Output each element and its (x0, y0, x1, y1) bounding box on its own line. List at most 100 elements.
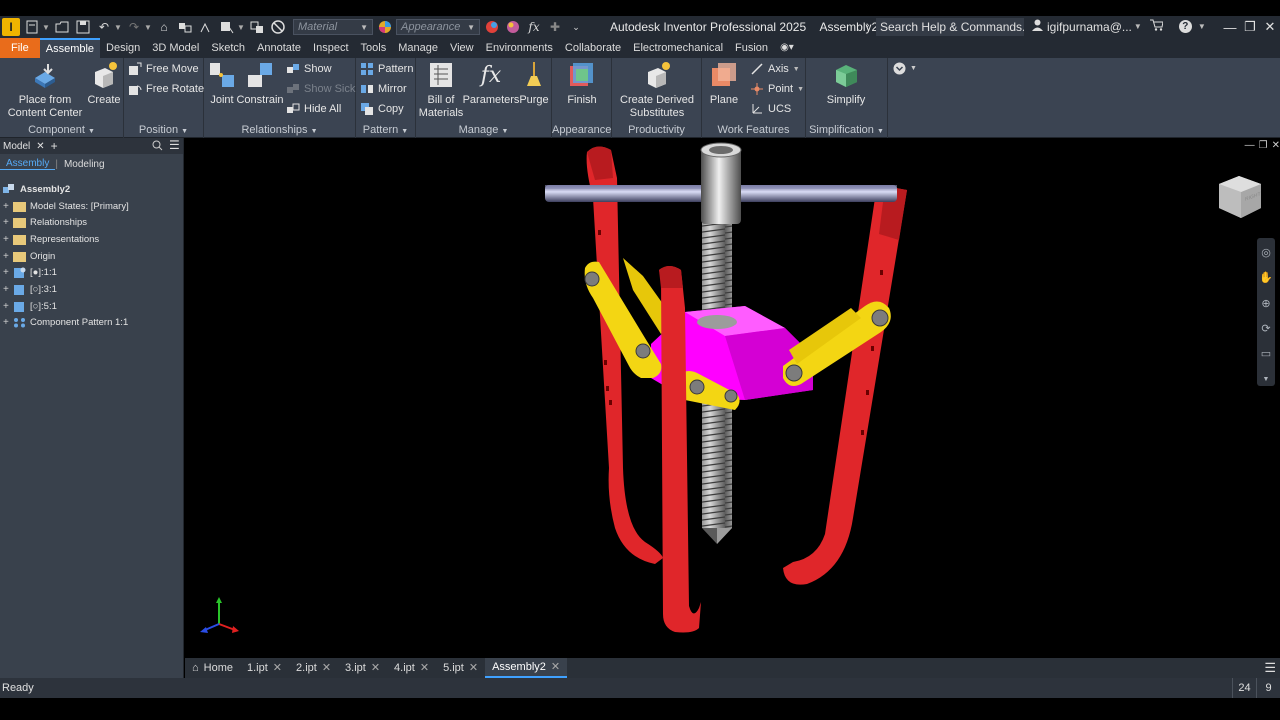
expand-icon[interactable]: + (3, 317, 13, 328)
doc-tab-2[interactable]: 2.ipt ✕ (289, 658, 338, 678)
tree-item-origin[interactable]: + Origin (0, 248, 184, 265)
tab-electromechanical[interactable]: Electromechanical (627, 38, 729, 58)
tab-manage[interactable]: Manage (392, 38, 444, 58)
home-icon[interactable]: ⌂ (155, 18, 173, 36)
copy-button[interactable]: Copy (360, 100, 404, 118)
restore-icon[interactable]: ❐ (1240, 16, 1260, 38)
clear-appearance-icon[interactable] (504, 18, 522, 36)
ucs-button[interactable]: UCS (750, 100, 791, 118)
adjust-appearance-icon[interactable] (483, 18, 501, 36)
appearance-dropdown[interactable]: Appearance ▼ (396, 19, 480, 35)
appearance-ball-icon[interactable] (376, 18, 394, 36)
tab-sketch[interactable]: Sketch (205, 38, 251, 58)
close-icon[interactable]: ✕ (1260, 16, 1280, 38)
doc-tab-4[interactable]: 4.ipt ✕ (387, 658, 436, 678)
close-tab-icon[interactable]: ✕ (322, 658, 331, 678)
doc-tab-3[interactable]: 3.ipt ✕ (338, 658, 387, 678)
look-at-icon[interactable]: ▭ (1259, 347, 1273, 360)
position-panel-label[interactable]: Position ▼ (124, 124, 203, 136)
free-move-button[interactable]: Free Move (128, 60, 199, 78)
browser-tab-assembly[interactable]: Assembly (0, 158, 56, 170)
tab-design[interactable]: Design (100, 38, 146, 58)
create-component-button[interactable]: Create (86, 60, 122, 107)
tab-assemble[interactable]: Assemble (39, 38, 101, 58)
create-derived-substitutes-button[interactable]: Create Derived Substitutes (618, 60, 696, 120)
tab-inspect[interactable]: Inspect (307, 38, 354, 58)
show-sick-button[interactable]: Show Sick (286, 80, 355, 98)
tab-file[interactable]: File (0, 38, 40, 58)
pan-icon[interactable]: ✋ (1259, 271, 1273, 284)
gear-puller-model[interactable] (185, 138, 1280, 658)
expand-icon[interactable]: + (3, 267, 13, 278)
bill-of-materials-button[interactable]: Bill of Materials (418, 60, 464, 120)
cap-nut[interactable] (700, 142, 742, 224)
tab-annotate[interactable]: Annotate (251, 38, 307, 58)
close-tab-icon[interactable]: ✕ (551, 657, 560, 677)
new-icon[interactable] (23, 18, 41, 36)
viewcube[interactable]: RIGHT (1215, 172, 1265, 225)
point-button[interactable]: Point ▼ (750, 80, 804, 98)
tree-item-relationships[interactable]: + Relationships (0, 214, 184, 231)
tab-environments[interactable]: Environments (480, 38, 559, 58)
plane-button[interactable]: Plane (706, 60, 742, 107)
redo-caret-icon[interactable]: ▼ (144, 23, 152, 32)
cart-icon[interactable] (1149, 19, 1164, 34)
tab-fusion[interactable]: Fusion (729, 38, 774, 58)
component-panel-label[interactable]: Component ▼ (0, 124, 123, 136)
plus-icon[interactable]: ✚ (546, 18, 564, 36)
user-account[interactable]: igifpurnama@... ▼ ? ▼ (1032, 19, 1206, 34)
tab-view[interactable]: View (444, 38, 480, 58)
browser-search-icon[interactable] (152, 140, 163, 154)
expand-icon[interactable]: + (3, 284, 13, 295)
expand-icon[interactable]: + (3, 234, 13, 245)
mirror-button[interactable]: Mirror (360, 80, 407, 98)
expand-icon[interactable]: + (3, 217, 13, 228)
redo-icon[interactable]: ↷ (125, 18, 143, 36)
material-dropdown[interactable]: Material ▼ (293, 19, 373, 35)
navbar-options-icon[interactable]: ▼ (1259, 373, 1273, 386)
finish-button[interactable]: Finish (564, 60, 600, 107)
doc-tab-home[interactable]: ⌂ Home (185, 658, 240, 678)
browser-add-icon[interactable]: + (51, 139, 58, 153)
inventor-logo-icon[interactable]: I (2, 18, 20, 36)
orbit-icon[interactable]: ⟳ (1259, 322, 1273, 335)
expand-icon[interactable]: + (3, 251, 13, 262)
zoom-icon[interactable]: ⊕ (1259, 297, 1273, 310)
open-icon[interactable] (53, 18, 71, 36)
graphics-viewport[interactable]: — ❐ ✕ RIGHT ◎ ✋ ⊕ ⟳ ▭ ▼ (185, 138, 1280, 658)
simplification-panel-label[interactable]: Simplification ▼ (806, 124, 887, 136)
doc-tab-1[interactable]: 1.ipt ✕ (240, 658, 289, 678)
select-icon[interactable] (218, 18, 236, 36)
tree-item-representations[interactable]: + Representations (0, 231, 184, 248)
document-tabs-menu-icon[interactable]: ☰ (1264, 660, 1276, 676)
doc-tab-assembly2[interactable]: Assembly2 ✕ (485, 657, 568, 678)
hide-all-button[interactable]: Hide All (286, 100, 341, 118)
manage-panel-label[interactable]: Manage ▼ (416, 124, 551, 136)
formula-icon[interactable]: fx (525, 18, 543, 36)
tree-root[interactable]: Assembly2 (0, 181, 184, 198)
minimize-icon[interactable]: — (1220, 16, 1240, 38)
joint-button[interactable]: Joint (206, 60, 238, 107)
browser-tab-modeling[interactable]: Modeling (58, 159, 111, 170)
constrain-button[interactable]: Constrain (236, 60, 284, 107)
help-icon[interactable]: ? (1178, 20, 1192, 33)
no-material-icon[interactable] (269, 18, 287, 36)
tree-item-model-states[interactable]: + Model States: [Primary] (0, 198, 184, 215)
tree-item-component-pattern[interactable]: + Component Pattern 1:1 (0, 315, 184, 332)
help-search-input[interactable]: Search Help & Commands... (876, 18, 1024, 36)
close-tab-icon[interactable]: ✕ (273, 658, 282, 678)
return-icon[interactable] (197, 18, 215, 36)
show-button[interactable]: Show (286, 60, 332, 78)
browser-menu-icon[interactable]: ☰ (169, 138, 180, 152)
close-tab-icon[interactable]: ✕ (469, 658, 478, 678)
search-expand-icon[interactable]: › (866, 20, 869, 31)
simplify-button[interactable]: Simplify (822, 60, 870, 107)
expand-icon[interactable]: + (3, 201, 13, 212)
close-tab-icon[interactable]: ✕ (420, 658, 429, 678)
doc-tab-5[interactable]: 5.ipt ✕ (436, 658, 485, 678)
help-caret-icon[interactable]: ▼ (1198, 22, 1206, 31)
steering-wheel-icon[interactable]: ◎ (1259, 246, 1273, 259)
tree-item-part-1[interactable]: + [●]:1:1 (0, 264, 184, 281)
new-caret-icon[interactable]: ▼ (42, 23, 50, 32)
tree-item-part-5[interactable]: + [○]:5:1 (0, 298, 184, 315)
